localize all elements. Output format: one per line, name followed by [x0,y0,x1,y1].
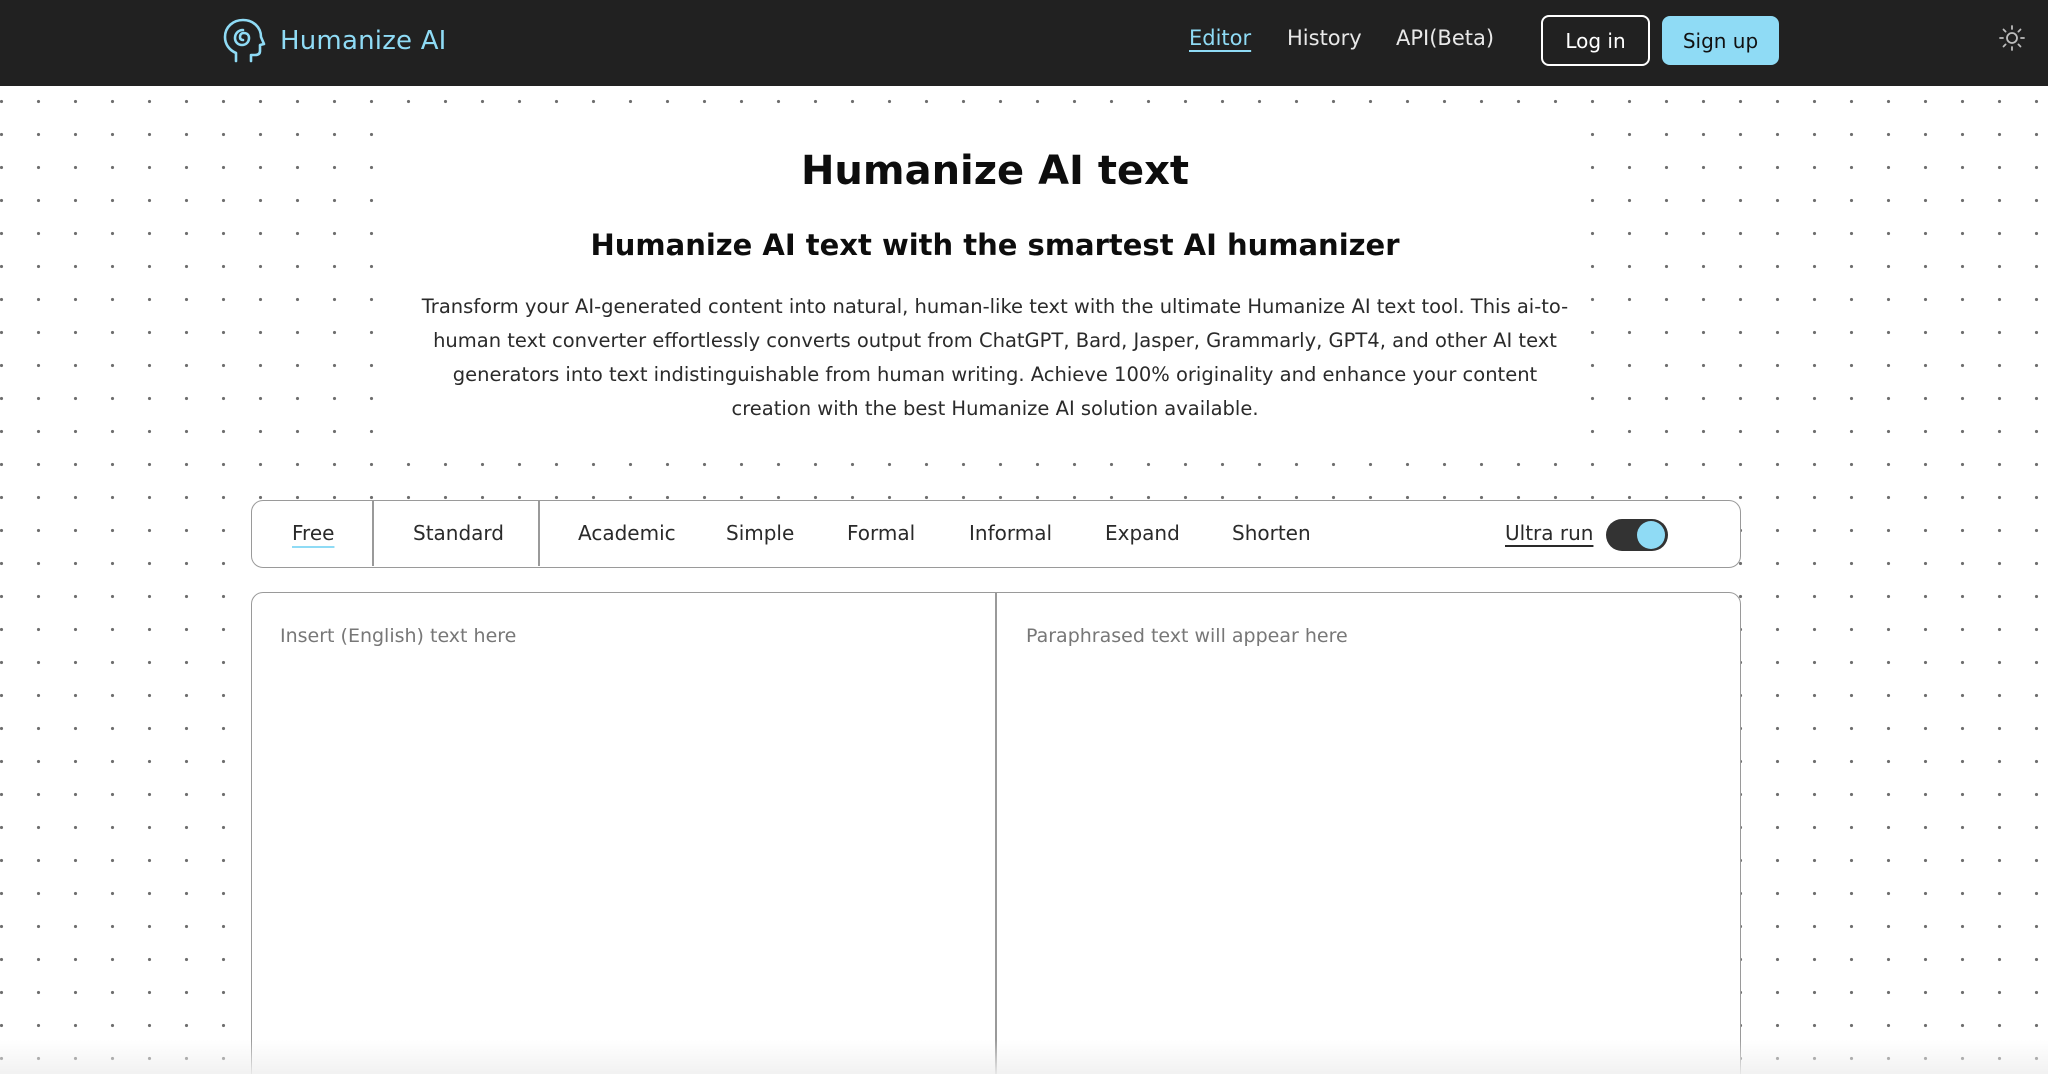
nav-history[interactable]: History [1287,26,1362,50]
mode-selector-bar: Free Standard Academic Simple Formal Inf… [251,500,1741,568]
output-text-area: Paraphrased text will appear here [1026,625,1348,647]
page-title: Humanize AI text [800,148,1190,194]
ultra-run-toggle[interactable] [1606,519,1668,551]
mode-shorten[interactable]: Shorten [1232,501,1311,566]
bottom-fade [0,1040,2048,1074]
head-spiral-icon [223,18,266,63]
mode-free[interactable]: Free [292,501,334,566]
nav-editor[interactable]: Editor [1189,26,1251,50]
ultra-run-label[interactable]: Ultra run [1505,501,1593,566]
brand-name: Humanize AI [280,26,447,56]
top-navbar: Humanize AI Editor History API(Beta) Log… [0,0,2048,86]
mode-formal[interactable]: Formal [847,501,915,566]
mode-expand[interactable]: Expand [1105,501,1180,566]
mode-divider [538,501,540,566]
mode-standard[interactable]: Standard [413,501,504,566]
mode-divider [372,501,374,566]
sun-icon[interactable] [1998,24,2026,52]
pane-divider [995,593,997,1074]
mode-simple[interactable]: Simple [726,501,794,566]
nav-api-beta[interactable]: API(Beta) [1396,26,1494,50]
mode-informal[interactable]: Informal [969,501,1052,566]
brand-logo[interactable]: Humanize AI [222,17,447,65]
page-description: Transform your AI-generated content into… [421,295,1569,420]
input-text-area[interactable] [280,625,980,1065]
signup-button[interactable]: Sign up [1662,16,1779,65]
login-button[interactable]: Log in [1541,15,1650,66]
mode-academic[interactable]: Academic [578,501,676,566]
toggle-knob [1637,521,1665,549]
editor-panel: Paraphrased text will appear here [251,592,1741,1074]
page-subtitle: Humanize AI text with the smartest AI hu… [590,228,1400,262]
